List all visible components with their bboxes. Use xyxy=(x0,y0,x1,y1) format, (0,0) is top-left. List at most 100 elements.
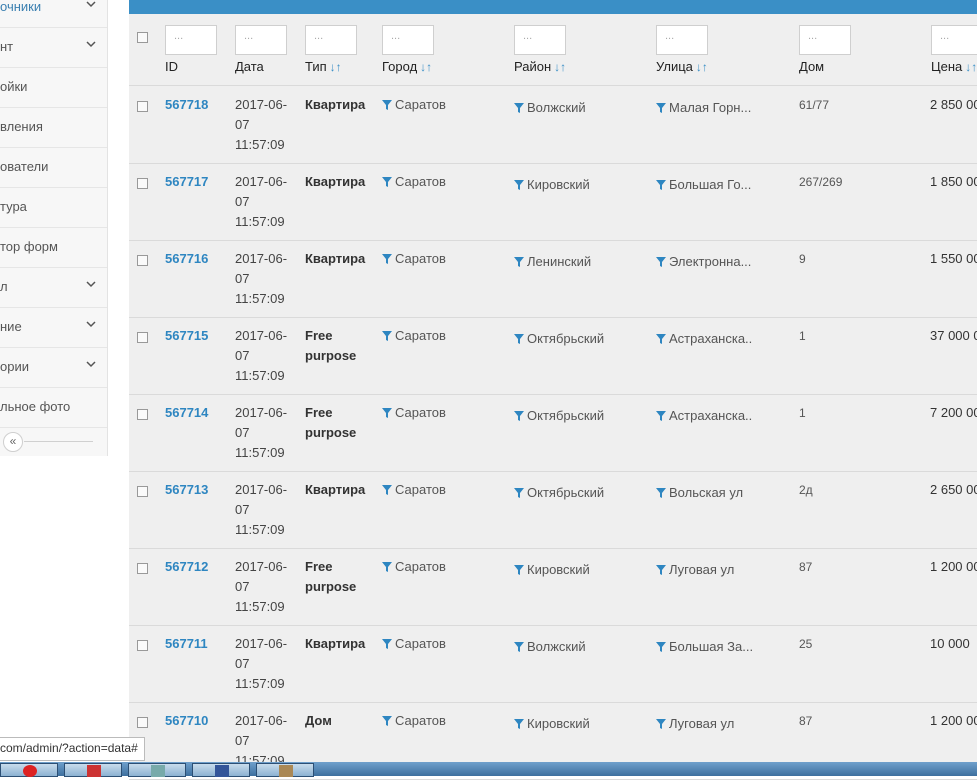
row-checkbox[interactable] xyxy=(137,409,148,420)
sidebar-item[interactable]: нт xyxy=(0,28,107,68)
row-checkbox[interactable] xyxy=(137,101,148,112)
row-id-link[interactable]: 567712 xyxy=(165,557,208,577)
column-header-id[interactable]: ID xyxy=(165,59,178,74)
sidebar-item[interactable]: ователи xyxy=(0,148,107,188)
taskbar-button[interactable] xyxy=(64,763,122,777)
filter-icon[interactable] xyxy=(514,180,524,190)
row-city: Саратов xyxy=(382,95,446,115)
row-checkbox[interactable] xyxy=(137,486,148,497)
table-row: 567711 2017-06- 07 11:57:09 Квартира Сарато… xyxy=(129,625,977,703)
row-id-link[interactable]: 567711 xyxy=(165,634,208,654)
filter-input-district[interactable]: ... xyxy=(514,25,566,55)
row-checkbox[interactable] xyxy=(137,717,148,728)
table-row: 567713 2017-06- 07 11:57:09 Квартира Сарато… xyxy=(129,471,977,549)
row-district: Волжский xyxy=(514,98,586,118)
row-house: 1 xyxy=(799,329,806,343)
sidebar-item[interactable]: очники xyxy=(0,0,107,28)
row-district: Кировский xyxy=(514,714,590,734)
row-id-link[interactable]: 567715 xyxy=(165,326,208,346)
notepad-icon xyxy=(279,765,293,777)
filter-icon[interactable] xyxy=(514,334,524,344)
row-city: Саратов xyxy=(382,480,446,500)
filter-icon[interactable] xyxy=(514,488,524,498)
sidebar-item[interactable]: ние xyxy=(0,308,107,348)
filter-input-house[interactable]: ... xyxy=(799,25,851,55)
filter-icon[interactable] xyxy=(656,334,666,344)
sidebar-item[interactable]: тура xyxy=(0,188,107,228)
collapse-sidebar-button[interactable]: « xyxy=(3,432,23,452)
sidebar-item[interactable]: л xyxy=(0,268,107,308)
row-city: Саратов xyxy=(382,634,446,654)
sidebar-item[interactable]: тор форм xyxy=(0,228,107,268)
filter-icon[interactable] xyxy=(382,331,392,341)
row-street: Луговая ул xyxy=(656,714,734,734)
column-header-street[interactable]: Улица ↓↑ xyxy=(656,59,708,74)
column-header-district[interactable]: Район ↓↑ xyxy=(514,59,566,74)
sidebar-item[interactable]: вления xyxy=(0,108,107,148)
filter-input-price[interactable]: ... xyxy=(931,25,977,55)
filter-input-street[interactable]: ... xyxy=(656,25,708,55)
select-all-checkbox[interactable] xyxy=(137,32,148,43)
row-checkbox[interactable] xyxy=(137,332,148,343)
filter-icon[interactable] xyxy=(656,565,666,575)
column-header-type[interactable]: Тип ↓↑ xyxy=(305,59,342,74)
table-row: 567718 2017-06- 07 11:57:09 Квартира Сарато… xyxy=(129,86,977,164)
filter-input-city[interactable]: ... xyxy=(382,25,434,55)
filter-input-type[interactable]: ... xyxy=(305,25,357,55)
filter-icon[interactable] xyxy=(382,177,392,187)
filter-icon[interactable] xyxy=(382,408,392,418)
row-checkbox[interactable] xyxy=(137,640,148,651)
filter-icon[interactable] xyxy=(656,488,666,498)
filter-icon[interactable] xyxy=(382,485,392,495)
column-header-house[interactable]: Дом xyxy=(799,59,824,74)
sidebar-item[interactable]: ории xyxy=(0,348,107,388)
filter-icon[interactable] xyxy=(382,639,392,649)
row-id-link[interactable]: 567718 xyxy=(165,95,208,115)
column-header-date[interactable]: Дата xyxy=(235,59,264,74)
row-id-link[interactable]: 567710 xyxy=(165,711,208,731)
column-header-city[interactable]: Город ↓↑ xyxy=(382,59,432,74)
filter-icon[interactable] xyxy=(382,562,392,572)
filter-icon[interactable] xyxy=(382,100,392,110)
filter-icon[interactable] xyxy=(656,642,666,652)
taskbar-button[interactable] xyxy=(0,763,58,777)
sort-icon[interactable]: ↓↑ xyxy=(330,60,342,74)
row-id-link[interactable]: 567714 xyxy=(165,403,208,423)
taskbar-button[interactable] xyxy=(256,763,314,777)
filter-icon[interactable] xyxy=(514,565,524,575)
app-icon xyxy=(87,765,101,777)
table-row: 567716 2017-06- 07 11:57:09 Квартира Сарато… xyxy=(129,240,977,318)
filter-icon[interactable] xyxy=(656,103,666,113)
row-type: Free purpose xyxy=(305,559,357,594)
sidebar-item[interactable]: льное фото xyxy=(0,388,107,428)
filter-icon[interactable] xyxy=(656,257,666,267)
sort-icon[interactable]: ↓↑ xyxy=(554,60,566,74)
filter-icon[interactable] xyxy=(514,411,524,421)
sort-icon[interactable]: ↓↑ xyxy=(696,60,708,74)
row-id-link[interactable]: 567713 xyxy=(165,480,208,500)
taskbar-button[interactable] xyxy=(192,763,250,777)
column-header-price[interactable]: Цена ↓↑ xyxy=(931,59,977,74)
filter-icon[interactable] xyxy=(656,411,666,421)
row-checkbox[interactable] xyxy=(137,255,148,266)
sort-icon[interactable]: ↓↑ xyxy=(965,60,977,74)
filter-icon[interactable] xyxy=(656,719,666,729)
row-price: 1 550 00 xyxy=(930,251,977,266)
filter-icon[interactable] xyxy=(382,716,392,726)
sidebar-item[interactable]: ойки xyxy=(0,68,107,108)
filter-icon[interactable] xyxy=(514,103,524,113)
filter-icon[interactable] xyxy=(382,254,392,264)
row-checkbox[interactable] xyxy=(137,178,148,189)
filter-input-date[interactable]: ... xyxy=(235,25,287,55)
filter-icon[interactable] xyxy=(514,257,524,267)
filter-icon[interactable] xyxy=(656,180,666,190)
filter-icon[interactable] xyxy=(514,642,524,652)
sort-icon[interactable]: ↓↑ xyxy=(420,60,432,74)
row-district: Октябрьский xyxy=(514,329,604,349)
filter-icon[interactable] xyxy=(514,719,524,729)
row-id-link[interactable]: 567716 xyxy=(165,249,208,269)
taskbar-button[interactable] xyxy=(128,763,186,777)
filter-input-id[interactable]: ... xyxy=(165,25,217,55)
row-id-link[interactable]: 567717 xyxy=(165,172,208,192)
row-checkbox[interactable] xyxy=(137,563,148,574)
